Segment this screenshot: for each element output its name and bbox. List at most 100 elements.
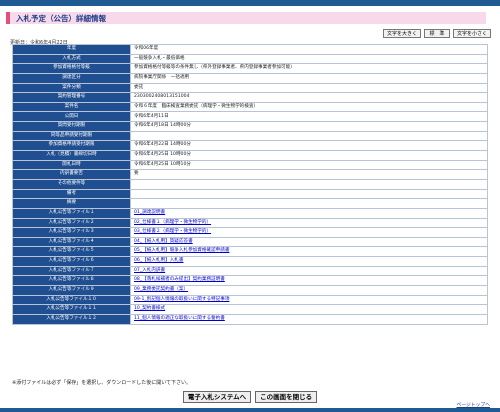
table-row: 入札公告等ファイル１２ 11_個人情報の適正な取扱いに関する誓約書: [12, 313, 488, 325]
e-bidding-system-button[interactable]: 電子入札システムへ: [182, 391, 252, 403]
field-value: 令和6年4月18日 14時00分: [130, 121, 488, 132]
field-value-cell: 09-1_別記個人情報の取扱いに関する特記事項: [130, 294, 488, 306]
table-row: 参加資格格付等級 参加資格格付等級等の条件無し（県外登録事業者、県内登録事業者参加…: [12, 63, 488, 74]
font-smaller-button[interactable]: 文字を小さく: [452, 29, 491, 38]
attachment-link[interactable]: 06_【紙入札用】入札書: [134, 258, 184, 263]
field-value: 委託: [130, 82, 488, 94]
table-row: その他要件等: [12, 178, 488, 190]
detail-table: 年度 令和06年度 入札方式 一般競争入札・最低価格 参加資格格付等級 参加資格格付等級等…: [12, 44, 488, 325]
field-value-cell: 07_入札内訳書: [130, 265, 488, 277]
field-label: 入札公告等ファイル１２: [12, 313, 131, 325]
field-label: 入札公告等ファイル４: [12, 236, 131, 248]
field-label: 摘要: [12, 198, 131, 209]
table-row: 入札公告等ファイル４ 04_【紙入札用】質疑応答書: [12, 236, 488, 248]
field-label: 公開日: [12, 111, 131, 123]
table-row: 入札公告等ファイル１ 01_調達説明書: [12, 207, 488, 219]
table-row: 入札（見積）書締切日時 令和6年4月25日 10時00分: [12, 150, 488, 161]
page-top-link[interactable]: ページトップへ: [457, 401, 490, 408]
field-label: 質問受付期限: [12, 121, 131, 132]
table-row: 入札公告等ファイル２ 02_仕様書１（病理学・微生物学的）: [12, 217, 488, 229]
field-value: [130, 130, 488, 142]
field-value-cell: 04_【紙入札用】質疑応答書: [130, 236, 488, 248]
attachment-note: ※添付ファイルは必ず「保存」を選択し、ダウンロードした後に開いて下さい。: [12, 380, 192, 386]
field-label: 入札公告等ファイル２: [12, 217, 131, 229]
field-value-cell: 05_【紙入札用】競争入札参加資格確認申請書: [130, 246, 488, 258]
field-value: 令和6年4月22日 14時00分: [130, 140, 488, 152]
field-value-cell: 10_契約書様式: [130, 304, 488, 315]
table-row: 年度 令和06年度: [12, 44, 488, 55]
field-value-cell: 08_【落札候補者のみ提出】契約業務証明書: [130, 275, 488, 286]
font-size-controls: 文字を大きく 標 準 文字を小さく: [382, 29, 491, 38]
close-window-button[interactable]: この画面を閉じる: [255, 391, 318, 403]
field-label: 入札公告等ファイル１: [12, 207, 131, 219]
table-row: 入札公告等ファイル７ 07_入札内訳書: [12, 265, 488, 277]
field-label: 案件分類: [12, 82, 131, 94]
table-row: 入札方式 一般競争入札・最低価格: [12, 53, 488, 65]
field-value-cell: 02_仕様書１（病理学・微生物学的）: [130, 217, 488, 229]
field-value-cell: 09_業務委託契約書（案）: [130, 285, 488, 296]
field-label: 内訳書要否: [12, 169, 131, 180]
field-label: 入札公告等ファイル１０: [12, 294, 131, 306]
field-value: 令和6年4月25日 10時10分: [130, 159, 488, 171]
attachment-link[interactable]: 04_【紙入札用】質疑応答書: [134, 239, 193, 244]
bottom-buttons: 電子入札システムへ この画面を閉じる: [0, 391, 500, 403]
table-row: 備考: [12, 188, 488, 200]
field-label: 開札日時: [12, 159, 131, 171]
field-label: 同等品申請受付期限: [12, 130, 131, 142]
attachment-link[interactable]: 08_【落札候補者のみ提出】契約業務証明書: [134, 277, 225, 282]
field-value-cell: 01_調達説明書: [130, 207, 488, 219]
table-row: 入札公告等ファイル１０ 09-1_別記個人情報の取扱いに関する特記事項: [12, 294, 488, 306]
table-row: 入札公告等ファイル１１ 10_契約書様式: [12, 304, 488, 315]
attachment-link[interactable]: 09_業務委託契約書（案）: [134, 287, 188, 292]
field-value: [130, 188, 488, 200]
bottom-bar: [0, 408, 500, 412]
field-label: その他要件等: [12, 178, 131, 190]
field-value: 2303002408013151004: [130, 92, 488, 103]
attachment-link[interactable]: 02_仕様書１（病理学・微生物学的）: [134, 220, 211, 225]
table-row: 同等品申請受付期限: [12, 130, 488, 142]
field-label: 入札公告等ファイル５: [12, 246, 131, 258]
table-row: 摘要: [12, 198, 488, 209]
field-value-cell: 11_個人情報の適正な取扱いに関する誓約書: [130, 313, 488, 325]
attachment-link[interactable]: 07_入札内訳書: [134, 268, 165, 273]
field-value: 令和６年度 臨床検査業務委託（病理学・微生物学的検査）: [130, 101, 488, 113]
table-row: 入札公告等ファイル８ 08_【落札候補者のみ提出】契約業務証明書: [12, 275, 488, 286]
table-row: 入札公告等ファイル３ 03_仕様書２（病理学・微生物学的）: [12, 227, 488, 238]
field-label: 入札公告等ファイル６: [12, 256, 131, 267]
table-row: 開札日時 令和6年4月25日 10時10分: [12, 159, 488, 171]
table-row: 公開日 令和6年4月11日: [12, 111, 488, 123]
attachment-link[interactable]: 10_契約書様式: [134, 306, 165, 311]
field-label: 入札（見積）書締切日時: [12, 150, 131, 161]
field-label: 備考: [12, 188, 131, 200]
font-standard-button[interactable]: 標 準: [423, 29, 450, 38]
table-row: 内訳書要否要: [12, 169, 488, 180]
page-title-bar: 入札予定（公告）詳細情報: [6, 12, 486, 24]
field-value: 病院事業庁関係 一括適用: [130, 72, 488, 84]
field-value: [130, 198, 488, 209]
table-row: 案件名 令和６年度 臨床検査業務委託（病理学・微生物学的検査）: [12, 101, 488, 113]
attachment-link[interactable]: 03_仕様書２（病理学・微生物学的）: [134, 229, 211, 234]
attachment-link[interactable]: 09-1_別記個人情報の取扱いに関する特記事項: [134, 297, 229, 302]
field-value-cell: 03_仕様書２（病理学・微生物学的）: [130, 227, 488, 238]
field-label: 入札公告等ファイル９: [12, 285, 131, 296]
field-label: 入札公告等ファイル８: [12, 275, 131, 286]
top-bar: [0, 0, 500, 6]
field-label: 案件名: [12, 101, 131, 113]
font-larger-button[interactable]: 文字を大きく: [382, 29, 421, 38]
table-row: 調達区分 病院事業庁関係 一括適用: [12, 72, 488, 84]
field-label: 入札公告等ファイル７: [12, 265, 131, 277]
field-label: 入札方式: [12, 53, 131, 65]
attachment-link[interactable]: 11_個人情報の適正な取扱いに関する誓約書: [134, 316, 225, 321]
attachment-link[interactable]: 01_調達説明書: [134, 210, 165, 215]
table-row: 参加資格申請受付期限 令和6年4月22日 14時00分: [12, 140, 488, 152]
field-label: 調達区分: [12, 72, 131, 84]
field-value: 一般競争入札・最低価格: [130, 53, 488, 65]
attachment-link[interactable]: 05_【紙入札用】競争入札参加資格確認申請書: [134, 248, 229, 253]
field-value: 参加資格格付等級等の条件無し（県外登録事業者、県内登録事業者参加可能）: [130, 63, 488, 74]
page-title: 入札予定（公告）詳細情報: [16, 14, 106, 23]
field-value: 令和6年4月11日: [130, 111, 488, 123]
table-row: 契約管理番号 2303002408013151004: [12, 92, 488, 103]
field-value: [130, 178, 488, 190]
field-value: 令和6年4月25日 10時00分: [130, 150, 488, 161]
table-row: 入札公告等ファイル９ 09_業務委託契約書（案）: [12, 285, 488, 296]
